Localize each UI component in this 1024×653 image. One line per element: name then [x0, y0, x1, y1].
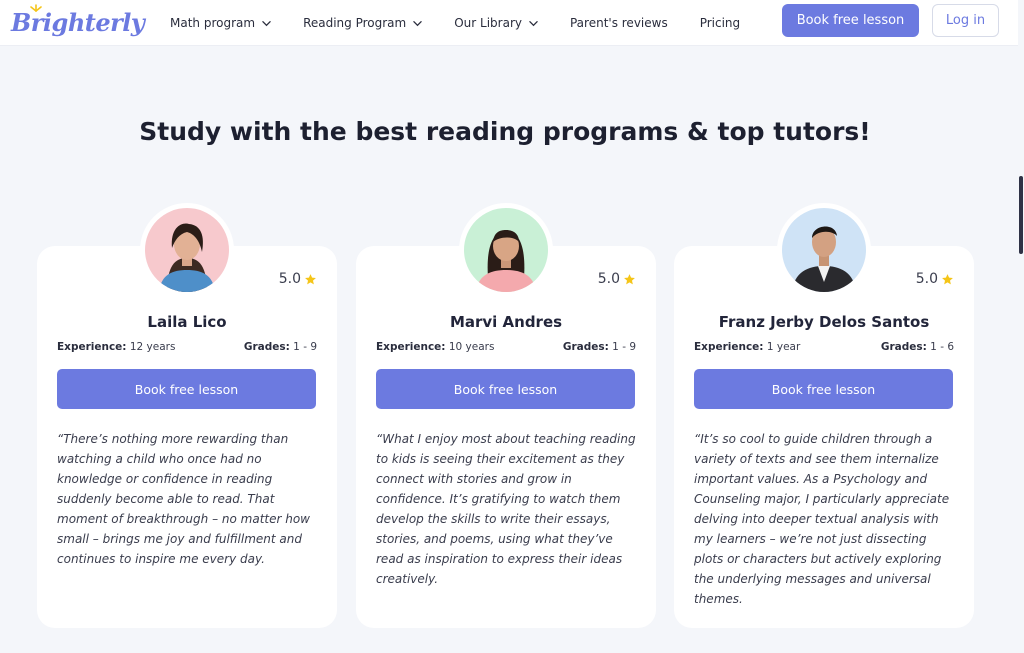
brighterly-logo[interactable]: Brighterly [11, 4, 145, 39]
grades-label: Grades: [243, 341, 290, 353]
experience: Experience: 12 years [57, 341, 175, 353]
experience-label: Experience: [57, 341, 127, 353]
experience: Experience: 1 year [694, 341, 800, 353]
chevron-down-icon [413, 20, 422, 26]
rating-value: 5.0 [915, 271, 938, 287]
grades-value: 1 - 9 [612, 341, 636, 353]
nav-math-program[interactable]: Math program [170, 16, 271, 30]
tutor-name: Marvi Andres [449, 313, 563, 331]
experience-label: Experience: [376, 341, 446, 353]
tutor-card: 5.0 Franz Jerby Delos Santos Experience:… [674, 203, 974, 628]
experience-value: 10 years [448, 341, 495, 353]
login-button[interactable]: Log in [932, 4, 999, 37]
tutor-avatar [782, 208, 866, 292]
sun-icon [30, 4, 42, 12]
avatar-ring [777, 203, 871, 297]
avatar-ring [459, 203, 553, 297]
experience-value: 1 year [766, 341, 801, 353]
chevron-down-icon [262, 20, 271, 26]
nav-our-library[interactable]: Our Library [454, 16, 538, 30]
grades: Grades: 1 - 9 [563, 341, 636, 353]
scrollbar-track[interactable] [1018, 0, 1024, 653]
rating-value: 5.0 [278, 271, 301, 287]
book-free-lesson-button[interactable]: Book free lesson [376, 369, 635, 409]
tutor-quote: “There’s nothing more rewarding than wat… [57, 432, 310, 566]
nav-label: Parent's reviews [569, 16, 668, 30]
scrollbar-thumb[interactable] [1019, 176, 1023, 254]
nav-label: Pricing [699, 16, 741, 30]
rating-value: 5.0 [597, 271, 620, 287]
star-icon [305, 273, 316, 284]
nav-parents-reviews[interactable]: Parent's reviews [570, 16, 668, 30]
chevron-down-icon [529, 20, 538, 26]
grades-value: 1 - 6 [930, 341, 954, 353]
experience: Experience: 10 years [376, 341, 494, 353]
main-nav: Math program Reading Program Our Library… [170, 0, 772, 46]
experience-value: 12 years [129, 341, 176, 353]
tutor-avatar [145, 208, 229, 292]
grades-label: Grades: [562, 341, 609, 353]
star-icon [942, 273, 953, 284]
tutor-meta: Experience: 10 years Grades: 1 - 9 [376, 341, 636, 353]
avatar-ring [140, 203, 234, 297]
grades-value: 1 - 9 [293, 341, 317, 353]
tutor-quote: “It’s so cool to guide children through … [694, 432, 950, 606]
tutor-name: Laila Lico [147, 313, 227, 331]
star-icon [624, 273, 635, 284]
tutor-meta: Experience: 12 years Grades: 1 - 9 [57, 341, 317, 353]
tutor-meta: Experience: 1 year Grades: 1 - 6 [694, 341, 954, 353]
rating: 5.0 [598, 271, 636, 287]
grades: Grades: 1 - 9 [244, 341, 317, 353]
tutor-card: 5.0 Laila Lico Experience: 12 years Grad… [37, 203, 337, 628]
book-free-lesson-button[interactable]: Book free lesson [57, 369, 316, 409]
site-header: Brighterly Math program Reading Program … [0, 0, 1018, 46]
rating: 5.0 [916, 271, 954, 287]
tutor-card: 5.0 Marvi Andres Experience: 10 years Gr… [356, 203, 656, 628]
rating: 5.0 [279, 271, 317, 287]
tutor-name: Franz Jerby Delos Santos [718, 313, 930, 331]
grades: Grades: 1 - 6 [881, 341, 954, 353]
grades-label: Grades: [880, 341, 927, 353]
experience-label: Experience: [694, 341, 764, 353]
nav-label: Math program [170, 16, 256, 30]
nav-label: Our Library [454, 16, 522, 30]
book-free-lesson-button[interactable]: Book free lesson [694, 369, 953, 409]
tutor-avatar [464, 208, 548, 292]
nav-reading-program[interactable]: Reading Program [303, 16, 422, 30]
section-title: Study with the best reading programs & t… [139, 117, 871, 146]
nav-label: Reading Program [303, 16, 407, 30]
nav-pricing[interactable]: Pricing [700, 16, 740, 30]
book-free-lesson-header-button[interactable]: Book free lesson [782, 4, 919, 37]
tutor-quote: “What I enjoy most about teaching readin… [376, 432, 636, 586]
